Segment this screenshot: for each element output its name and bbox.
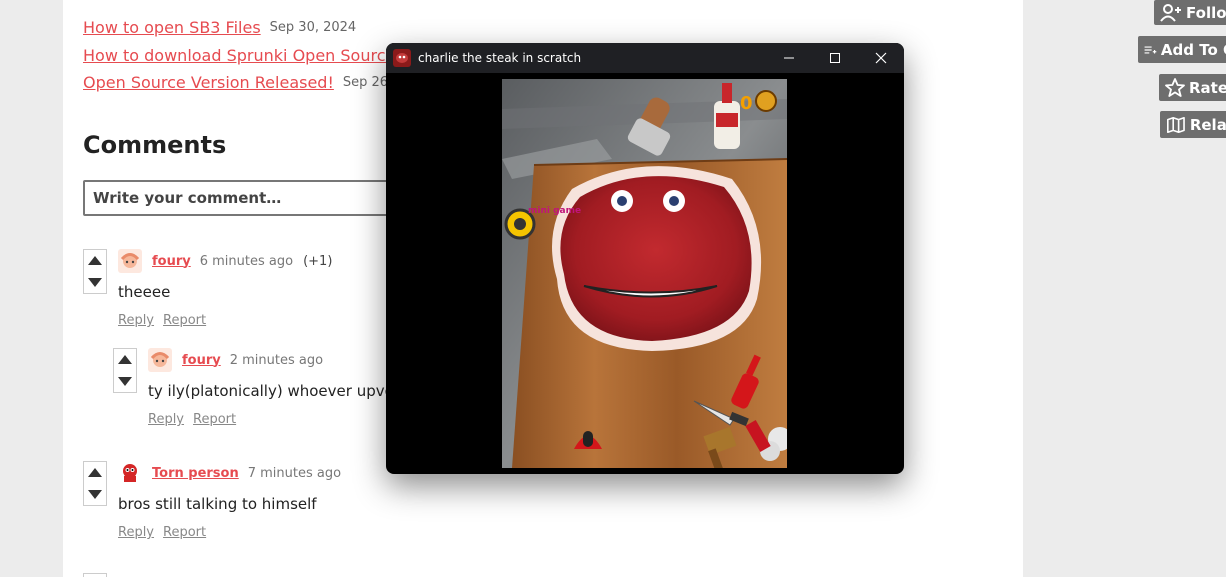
vote-box	[113, 348, 137, 393]
game-scene: 0 mini game	[502, 79, 787, 468]
comment-score: (+1)	[303, 253, 333, 269]
reply-link[interactable]: Reply	[148, 412, 184, 427]
related-link-row: Open Source Version Released! Sep 26, 20…	[83, 69, 429, 97]
related-link[interactable]: How to download Sprunki Open Source!	[83, 46, 402, 65]
comment: Torn person 7 minutes ago bros still tal…	[83, 461, 983, 551]
report-link[interactable]: Report	[193, 412, 236, 427]
add-to-button-label: Add To C	[1160, 40, 1226, 59]
comment-text: theeee	[118, 283, 171, 301]
window-title: charlie the steak in scratch	[418, 51, 582, 65]
vote-box	[83, 249, 107, 294]
minimize-icon	[784, 57, 794, 59]
report-link[interactable]: Report	[163, 313, 206, 328]
upvote-icon[interactable]	[88, 256, 102, 266]
related-link-row: How to open SB3 Files Sep 30, 2024	[83, 14, 429, 42]
comment-actions: Reply Report	[118, 525, 215, 540]
avatar[interactable]	[118, 249, 142, 273]
minimize-button[interactable]	[766, 43, 812, 73]
star-icon	[1165, 77, 1185, 97]
link-date: Sep 30, 2024	[269, 20, 357, 36]
comment-text: ty ily(platonically) whoever upvote	[148, 382, 409, 400]
upvote-icon[interactable]	[118, 355, 132, 365]
comments-heading: Comments	[83, 131, 227, 159]
rate-button[interactable]: Rate	[1159, 74, 1226, 101]
maximize-button[interactable]	[812, 43, 858, 73]
window-titlebar[interactable]: charlie the steak in scratch	[386, 43, 904, 73]
next-vote-box	[83, 573, 107, 577]
upvote-icon[interactable]	[88, 468, 102, 478]
close-button[interactable]	[858, 43, 904, 73]
comment-time: 6 minutes ago	[199, 253, 294, 269]
downvote-icon[interactable]	[88, 277, 102, 287]
comment-header: foury 6 minutes ago (+1)	[118, 249, 332, 273]
close-icon	[875, 52, 887, 64]
follow-button[interactable]: Follo	[1154, 0, 1226, 25]
comment-text: bros still talking to himself	[118, 495, 317, 513]
steak-character[interactable]	[560, 176, 752, 341]
related-button-label: Relat	[1189, 115, 1226, 134]
add-to-collection-button[interactable]: Add To C	[1138, 36, 1226, 63]
person-add-icon	[1160, 3, 1181, 22]
downvote-icon[interactable]	[88, 489, 102, 499]
game-window: charlie the steak in scratch 0 mini game	[386, 43, 904, 474]
comment-header: Torn person 7 minutes ago	[118, 461, 341, 485]
related-link[interactable]: How to open SB3 Files	[83, 18, 261, 37]
rate-button-label: Rate	[1189, 78, 1226, 97]
comment-author[interactable]: foury	[152, 254, 191, 269]
sauce-counter: 0	[740, 93, 753, 114]
comment-header: foury 2 minutes ago	[148, 348, 323, 372]
related-links: How to open SB3 Files Sep 30, 2024 How t…	[83, 14, 429, 97]
related-link-row: How to download Sprunki Open Source! Se	[83, 42, 429, 70]
comment-author[interactable]: foury	[182, 353, 221, 368]
map-icon	[1166, 116, 1185, 133]
reply-link[interactable]: Reply	[118, 525, 154, 540]
related-link[interactable]: Open Source Version Released!	[83, 73, 334, 92]
report-link[interactable]: Report	[163, 525, 206, 540]
vote-box	[83, 461, 107, 506]
playlist-add-icon	[1144, 45, 1157, 54]
game-stage[interactable]: 0 mini game	[502, 79, 787, 468]
minigame-label: mini game	[528, 206, 581, 216]
maximize-icon	[830, 53, 840, 63]
comment-time: 7 minutes ago	[247, 465, 342, 481]
pepper-grinder-icon	[755, 90, 777, 112]
comment-actions: Reply Report	[118, 313, 215, 328]
comment-input[interactable]: Write your comment…	[83, 180, 403, 216]
avatar[interactable]	[118, 461, 142, 485]
app-icon	[393, 49, 411, 67]
reply-link[interactable]: Reply	[118, 313, 154, 328]
downvote-icon[interactable]	[118, 376, 132, 386]
avatar[interactable]	[148, 348, 172, 372]
comment-time: 2 minutes ago	[229, 352, 324, 368]
related-button[interactable]: Relat	[1160, 111, 1226, 138]
comment-actions: Reply Report	[148, 412, 245, 427]
comment-author[interactable]: Torn person	[152, 466, 239, 481]
follow-button-label: Follo	[1186, 3, 1226, 22]
